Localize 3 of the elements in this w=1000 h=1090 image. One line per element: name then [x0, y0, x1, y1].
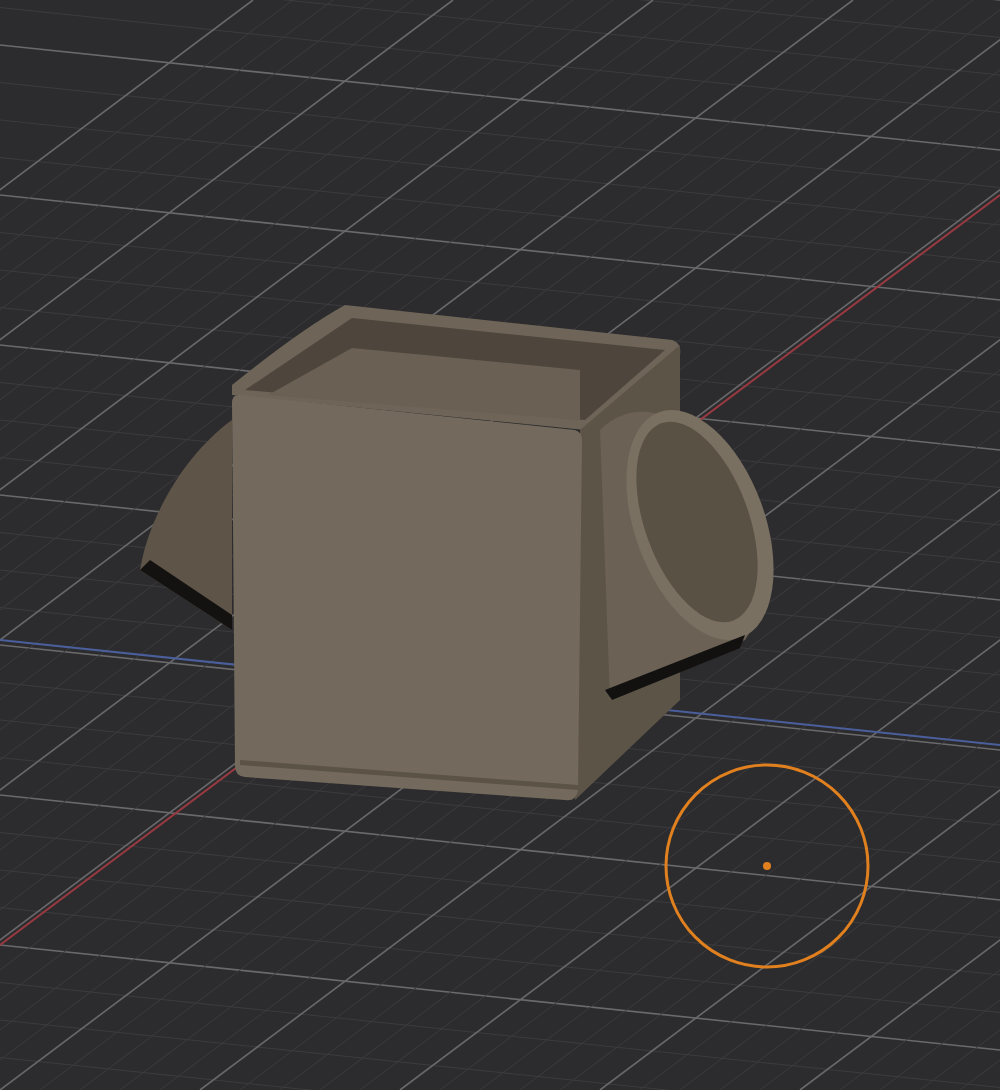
box-model-drawing[interactable]	[140, 305, 774, 801]
3d-viewport[interactable]	[0, 0, 1000, 1090]
3d-cursor-icon[interactable]	[664, 763, 870, 969]
